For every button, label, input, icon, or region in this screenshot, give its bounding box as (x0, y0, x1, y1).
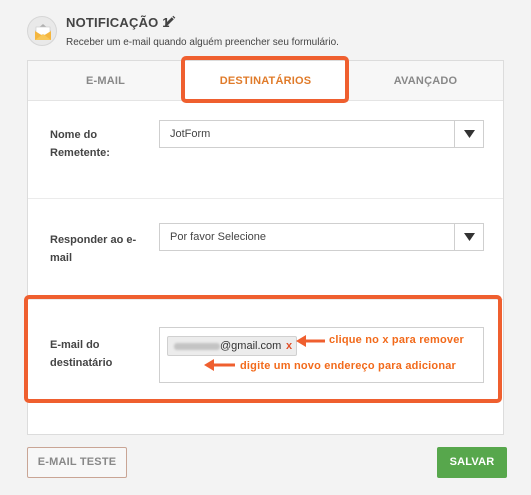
pencil-icon[interactable] (163, 15, 176, 28)
select-separator (454, 224, 455, 250)
tab-highlight-box (181, 56, 349, 103)
add-hint-text: digite um novo endereço para adicionar (240, 360, 457, 372)
notification-title: NOTIFICAÇÃO 1 (66, 15, 170, 30)
test-email-button[interactable]: E-MAIL TESTE (27, 447, 127, 478)
reply-to-select[interactable]: Por favor Selecione (159, 223, 484, 251)
sender-name-label: Nome do Remetente: (50, 126, 110, 162)
reply-to-label: Responder ao e- mail (50, 231, 136, 267)
notification-header: NOTIFICAÇÃO 1 Receber um e-mail quando a… (0, 0, 531, 60)
notification-subtitle: Receber um e-mail quando alguém preenche… (66, 37, 339, 48)
select-separator (454, 121, 455, 147)
sender-name-select[interactable]: JotForm (159, 120, 484, 148)
tab-advanced[interactable]: AVANÇADO (348, 61, 503, 101)
save-button[interactable]: SALVAR (437, 447, 507, 478)
row-divider (28, 198, 503, 199)
recipient-highlight-box (24, 295, 502, 403)
remove-hint-text: clique no x para remover (329, 334, 465, 346)
reply-to-label-line1: Responder ao e- (50, 234, 137, 246)
dropdown-arrow-icon[interactable] (464, 130, 475, 138)
sender-name-label-line1: Nome do (50, 129, 98, 141)
tab-email[interactable]: E-MAIL (28, 61, 183, 101)
sender-name-value: JotForm (170, 128, 211, 140)
reply-to-value: Por favor Selecione (170, 231, 266, 243)
mail-envelope-icon (27, 16, 57, 46)
reply-to-label-line2: mail (50, 252, 73, 264)
dropdown-arrow-icon[interactable] (464, 233, 475, 241)
sender-name-label-line2: Remetente: (50, 147, 110, 159)
